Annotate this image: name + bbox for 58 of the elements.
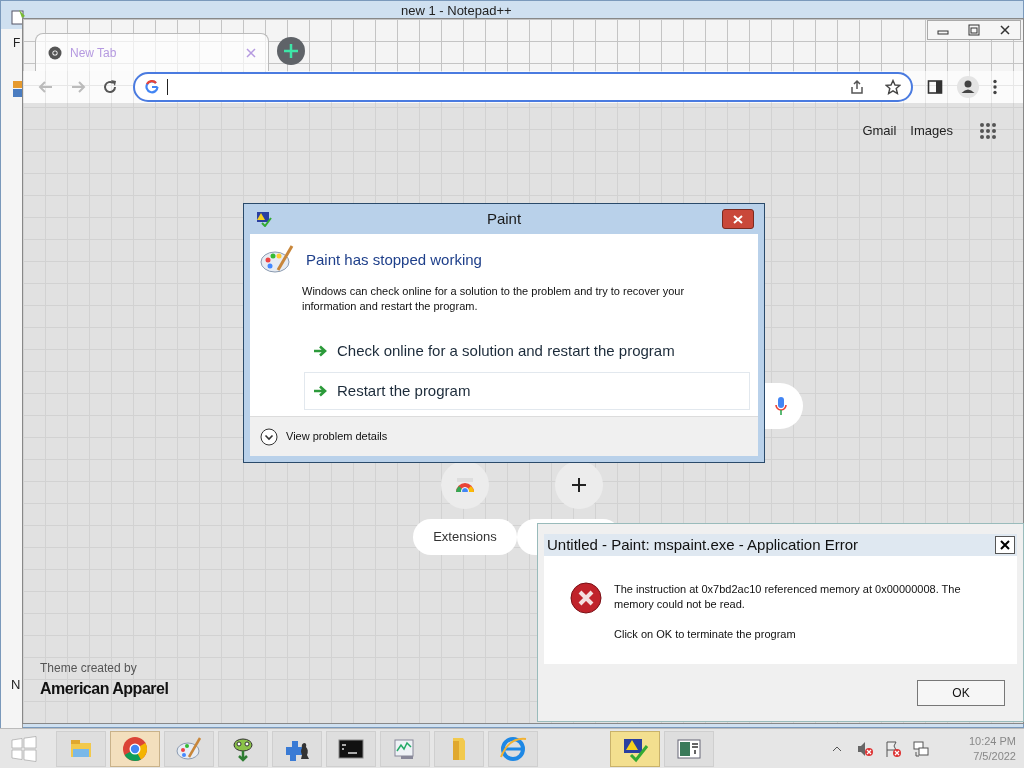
chrome-store-icon (455, 478, 475, 492)
ok-button[interactable]: OK (917, 679, 1005, 706)
dialog-heading: Paint has stopped working (306, 249, 482, 270)
top-link[interactable]: Gmail (862, 121, 897, 141)
microphone-icon[interactable] (775, 397, 787, 415)
shortcut-tile[interactable] (441, 461, 489, 509)
ie-icon (499, 734, 527, 763)
close-button[interactable] (722, 209, 754, 229)
details-toggle[interactable]: View problem details (260, 427, 388, 446)
network-icon[interactable] (912, 739, 930, 758)
chrome-icon (48, 45, 62, 60)
shortcut-label[interactable]: Extensions (413, 519, 517, 555)
flag-error-icon[interactable] (884, 739, 902, 758)
warning-app-icon (256, 211, 272, 227)
apps-grid-icon[interactable] (979, 121, 997, 140)
window-title: new 1 - Notepad++ (401, 3, 512, 18)
dialog-title: Untitled - Paint: mspaint.exe - Application Error (547, 534, 859, 555)
side-panel-icon[interactable] (927, 79, 943, 95)
command-link[interactable]: Check online for a solution and restart the program (304, 332, 750, 370)
arrow-icon (313, 385, 327, 397)
reload-icon[interactable] (101, 78, 119, 96)
toolbar-icon[interactable] (13, 81, 23, 97)
expand-icon (260, 427, 278, 446)
plus-icon (571, 477, 587, 493)
share-icon[interactable] (849, 79, 865, 95)
add-shortcut-button[interactable] (555, 461, 603, 509)
top-link[interactable]: Images (910, 121, 953, 141)
caret-up-icon[interactable] (832, 744, 842, 753)
close-icon[interactable] (998, 24, 1011, 36)
theme-author[interactable]: American Apparel (40, 677, 169, 701)
dialog-message: Windows can check online for a solution to the problem and try to recover your information and restart the program. (302, 284, 686, 314)
menu-item[interactable]: F (13, 34, 21, 52)
error-hint: Click on OK to terminate the program (614, 627, 797, 642)
google-icon (145, 80, 159, 94)
close-button[interactable] (995, 536, 1015, 554)
error-message: The instruction at 0x7bd2ac10 referenced memory at 0x00000008. The memory could not be read. (614, 582, 962, 612)
star-icon[interactable] (885, 79, 901, 95)
start-icon[interactable] (10, 734, 38, 763)
address-bar[interactable] (133, 72, 913, 102)
tab-title: New Tab (70, 44, 118, 62)
text-cursor (167, 79, 168, 95)
status-text: N (11, 676, 21, 694)
dialog-title: Paint (486, 208, 522, 229)
palette-icon (260, 244, 294, 276)
taskbar-button[interactable] (272, 730, 322, 767)
theme-credit: Theme created by (40, 660, 138, 677)
profile-icon[interactable] (957, 76, 979, 98)
arrow-icon (313, 345, 327, 357)
new-tab-icon[interactable] (277, 37, 305, 65)
taskbar-button[interactable] (610, 730, 660, 767)
error-icon (570, 582, 602, 614)
menu-icon[interactable] (993, 79, 997, 95)
taskbar-button[interactable] (326, 730, 376, 767)
restore-icon[interactable] (968, 24, 980, 36)
chrome-icon (121, 734, 149, 763)
close-icon (1000, 540, 1010, 550)
command-link[interactable]: Restart the program (304, 372, 750, 410)
close-icon (733, 214, 743, 224)
